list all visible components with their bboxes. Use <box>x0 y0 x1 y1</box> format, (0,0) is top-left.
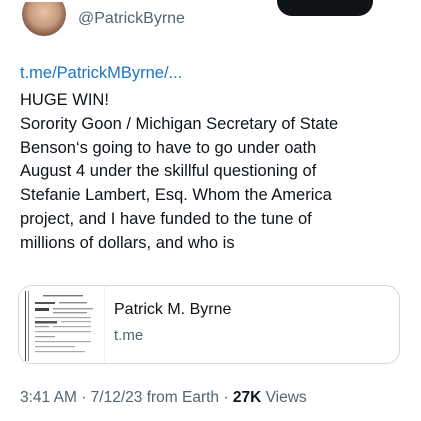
views-label: Views <box>265 389 307 406</box>
document-thumbnail-icon <box>19 286 104 363</box>
card-thumbnail <box>19 286 105 363</box>
separator-dot: · <box>223 389 229 406</box>
tweet-line: August 4 under the skillful questioning … <box>20 162 317 181</box>
link-preview-card[interactable]: Patrick M. Byrne t.me <box>18 285 400 364</box>
tweet-date[interactable]: 7/12/23 <box>91 389 143 406</box>
views-count: 27K <box>232 389 262 406</box>
tweet-body: HUGE WIN! Sorority Goon / Michigan Secre… <box>20 89 410 256</box>
author-handle[interactable]: @PatrickByrne <box>78 10 185 28</box>
tweet-line: millions of dollars, and who is <box>20 233 235 252</box>
tweet-line: project, and I have funded to the tune o… <box>20 209 312 228</box>
tweet-time[interactable]: 3:41 AM <box>20 389 77 406</box>
tweet-line: HUGE WIN! <box>20 91 109 109</box>
tweet-metadata: 3:41 AM · 7/12/23 from Earth · 27K Views <box>20 389 307 407</box>
tweet-line: Sorority Goon / Michigan Secretary of St… <box>20 114 339 133</box>
follow-button[interactable] <box>277 0 373 16</box>
tweet-link[interactable]: t.me/PatrickMByrne/... <box>20 62 182 84</box>
tweet-source: from Earth <box>146 389 220 406</box>
author-avatar[interactable] <box>22 2 66 36</box>
card-title: Patrick M. Byrne <box>114 301 232 318</box>
avatar-image <box>22 2 66 36</box>
separator-dot: · <box>81 389 87 406</box>
tweet-line: Stefanie Lambert, Esq. Whom the America <box>20 186 332 205</box>
tweet-line: Benson‘s going to have to go under oath <box>20 138 317 157</box>
tweet-header: @PatrickByrne <box>0 0 421 42</box>
card-domain: t.me <box>114 327 144 344</box>
